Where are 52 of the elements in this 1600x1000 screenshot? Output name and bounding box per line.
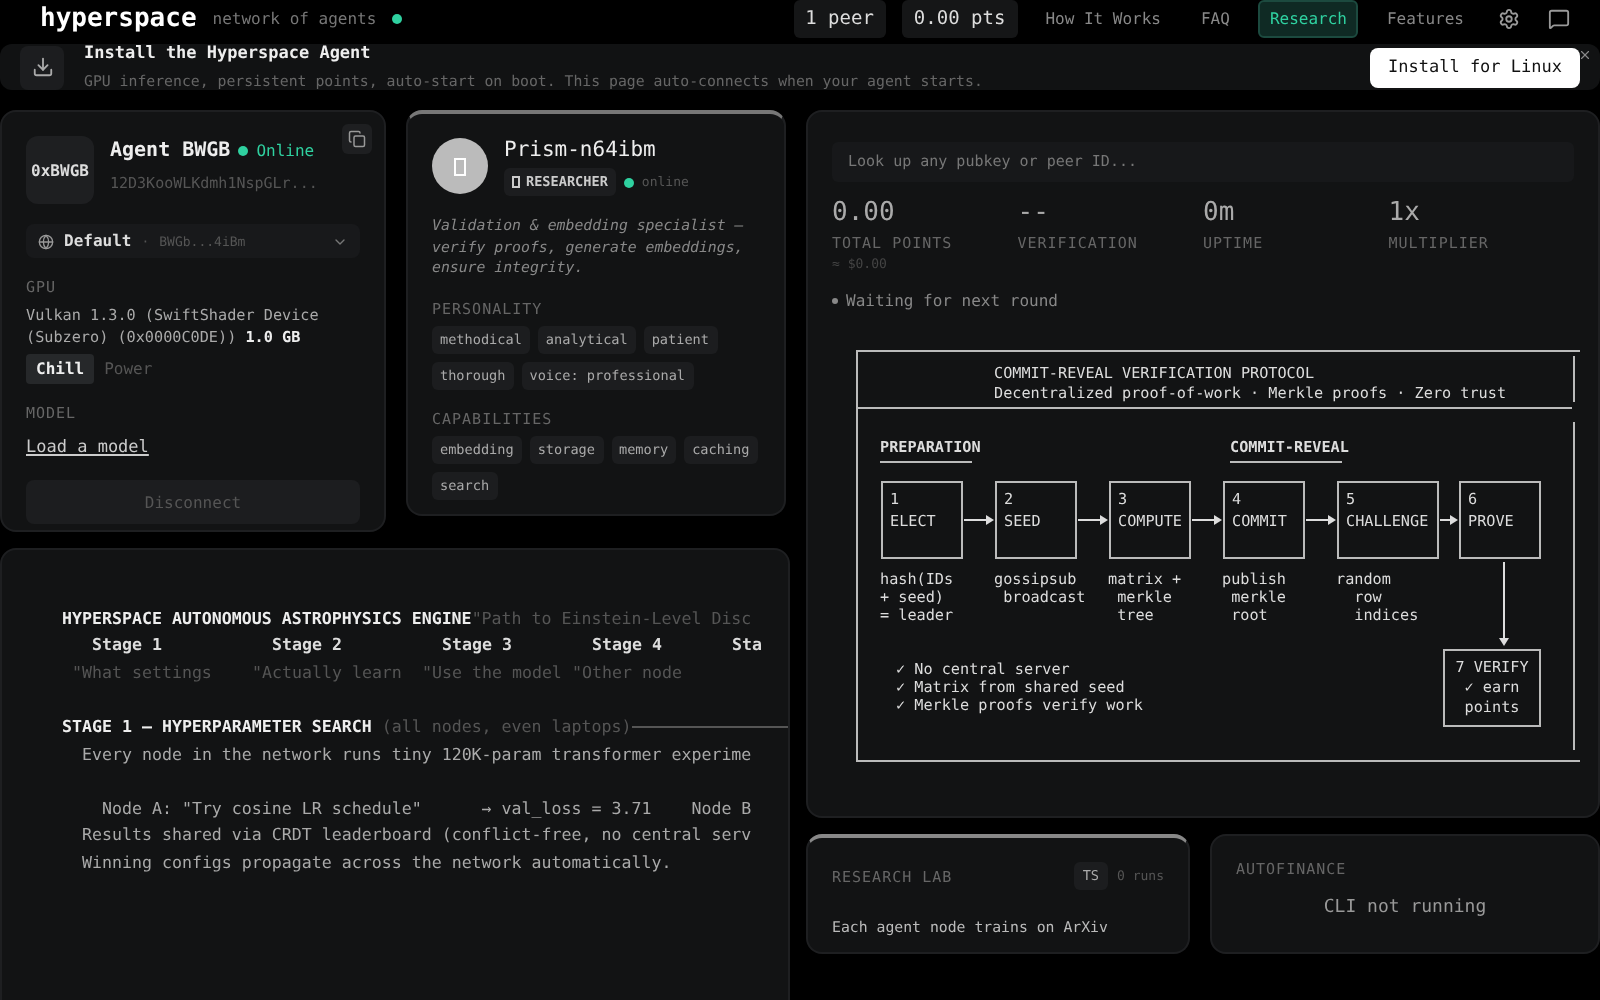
section-heading: STAGE 1 — HYPERPARAMETER SEARCH: [62, 714, 372, 741]
mode-toggle[interactable]: Chill: [26, 354, 95, 384]
stat-value: 0.00: [832, 197, 897, 227]
globe-icon: [38, 233, 54, 249]
arrow: [1077, 514, 1108, 524]
arrow: [1499, 560, 1509, 645]
arrow: [1439, 514, 1458, 524]
load-model-link[interactable]: Load a model: [26, 438, 149, 458]
placeholder-icon: [454, 157, 466, 175]
close-icon[interactable]: [1578, 48, 1592, 62]
stage-quote: "Other node: [570, 659, 682, 686]
stage-label: Stage 3: [440, 632, 512, 659]
engine-line: Winning configs propagate across the network automatically.: [80, 849, 674, 876]
agent-avatar: 0xBWGB: [26, 136, 94, 204]
tagline: network of agents: [212, 10, 377, 28]
arrow: [1305, 514, 1336, 524]
stat-value: --: [1017, 197, 1051, 227]
arrow: [1191, 514, 1222, 524]
section-note: (all nodes, even laptops): [379, 714, 632, 741]
placeholder-icon: [512, 176, 520, 188]
stage-quote: "Use the model: [420, 659, 562, 686]
profile-name: Default: [64, 232, 132, 250]
stat-value: 0m: [1203, 197, 1237, 227]
points-chip: 0.00 pts: [901, 0, 1018, 38]
stage-quote: "What settings: [70, 659, 212, 686]
stage-label: Sta: [730, 632, 762, 659]
peer-count: 1 peer: [793, 0, 886, 38]
agent-name: Agent BWGB: [110, 140, 231, 162]
nav-link[interactable]: How It Works: [1033, 0, 1173, 38]
engine-line: Every node in the network runs tiny 120K-param transformer experime: [80, 741, 754, 768]
engine-line: Node A: "Try cosine LR schedule" → val_loss = 3.71 Node B: [99, 796, 754, 823]
nav-link[interactable]: FAQ: [1188, 0, 1242, 38]
nav-link[interactable]: Features: [1374, 0, 1476, 38]
persona-name: Prism-n64ibm: [504, 138, 658, 162]
engine-title: HYPERSPACE AUTONOMOUS ASTROPHYSICS ENGINE: [62, 606, 472, 632]
engine-line: Results shared via CRDT leaderboard (conflict-free, no central serv: [80, 822, 754, 849]
nav-link[interactable]: Research: [1257, 0, 1359, 38]
copy-icon[interactable]: [342, 124, 372, 154]
stage-label: Stage 4: [590, 632, 662, 659]
stage-quote: "Actually learn: [250, 659, 402, 686]
banner-title: Install the Hyperspace Agent: [84, 44, 373, 64]
arrow: [963, 514, 994, 524]
stat-value: 1x: [1388, 197, 1422, 227]
stage-label: Stage 1: [90, 632, 162, 659]
round-status: Waiting for next round: [846, 291, 1058, 309]
bullet-dot: [832, 297, 838, 303]
status-label: Online: [256, 142, 315, 160]
logo[interactable]: hyperspace: [40, 4, 197, 34]
cli-status: CLI not running: [1321, 898, 1489, 918]
install-button[interactable]: Install for Linux: [1370, 47, 1580, 87]
engine-quote: "Path to Einstein-Level Disc: [471, 606, 752, 632]
stage-label: Stage 2: [270, 632, 342, 659]
